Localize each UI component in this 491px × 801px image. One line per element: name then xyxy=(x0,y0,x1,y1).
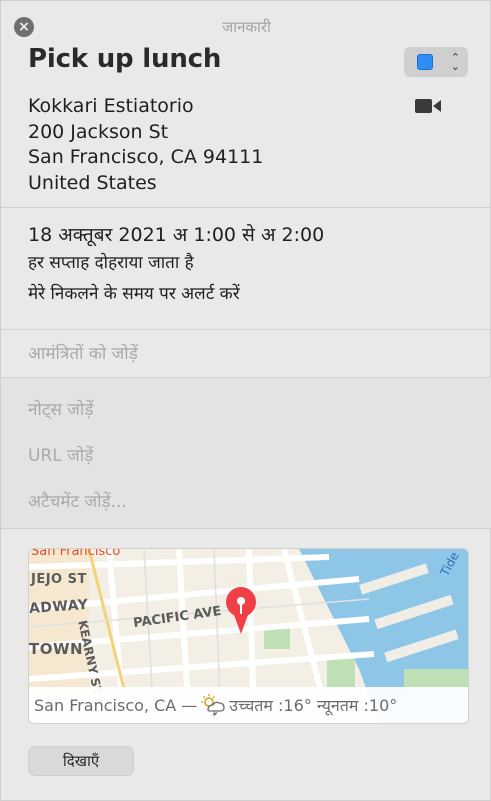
event-location[interactable]: Kokkari Estiatorio 200 Jackson St San Fr… xyxy=(28,94,263,196)
divider xyxy=(1,207,491,208)
location-line: Kokkari Estiatorio xyxy=(28,95,194,117)
divider xyxy=(1,329,491,330)
stepper-icon: ⌃ ⌄ xyxy=(450,51,460,73)
add-invitees-field[interactable]: आमंत्रितों को जोड़ें xyxy=(28,341,138,364)
show-button[interactable]: दिखाएँ xyxy=(28,746,134,776)
event-title[interactable]: Pick up lunch xyxy=(28,44,221,74)
calendar-color-swatch xyxy=(417,54,433,70)
divider xyxy=(1,528,491,529)
calendar-picker[interactable]: ⌃ ⌄ xyxy=(404,47,468,77)
map-pin-icon[interactable] xyxy=(225,586,257,636)
partly-sunny-thunder-icon xyxy=(201,694,225,717)
event-info-panel: × जानकारी Pick up lunch ⌃ ⌄ Kokkari Estia… xyxy=(0,0,491,801)
video-call-icon[interactable] xyxy=(415,98,441,114)
add-url-field[interactable]: URL जोड़ें xyxy=(28,443,93,466)
location-map[interactable]: San Francisco JEJO ST ADWAY TOWN KEARNY … xyxy=(28,548,469,724)
location-line: United States xyxy=(28,171,157,194)
map-label: TOWN xyxy=(29,640,84,658)
notes-section: नोट्स जोड़ें URL जोड़ें अटैचमेंट जोड़ें.… xyxy=(1,377,491,529)
add-attachment-field[interactable]: अटैचमेंट जोड़ें... xyxy=(28,489,127,512)
map-label: San Francisco xyxy=(31,548,121,559)
weather-temperatures: उच्चतम :16° न्यूनतम :10° xyxy=(229,696,398,715)
map-label: JEJO ST xyxy=(31,572,87,587)
event-repeat: हर सप्ताह दोहराया जाता है xyxy=(28,253,194,273)
location-line: 200 Jackson St xyxy=(28,120,169,143)
event-schedule[interactable]: 18 अक्तूबर 2021 अ 1:00 से अ 2:00 हर सप्त… xyxy=(28,222,324,310)
weather-location: San Francisco, CA — xyxy=(34,695,198,715)
window-title: जानकारी xyxy=(222,18,271,36)
add-notes-field[interactable]: नोट्स जोड़ें xyxy=(28,397,93,420)
weather-bar: San Francisco, CA — उच्चतम :16° न्यूनतम … xyxy=(29,687,468,723)
divider xyxy=(1,377,491,378)
event-alert: मेरे निकलने के समय पर अलर्ट करें xyxy=(28,284,240,304)
event-date-time: 18 अक्तूबर 2021 अ 1:00 से अ 2:00 xyxy=(28,224,325,246)
location-line: San Francisco, CA 94111 xyxy=(28,146,264,168)
